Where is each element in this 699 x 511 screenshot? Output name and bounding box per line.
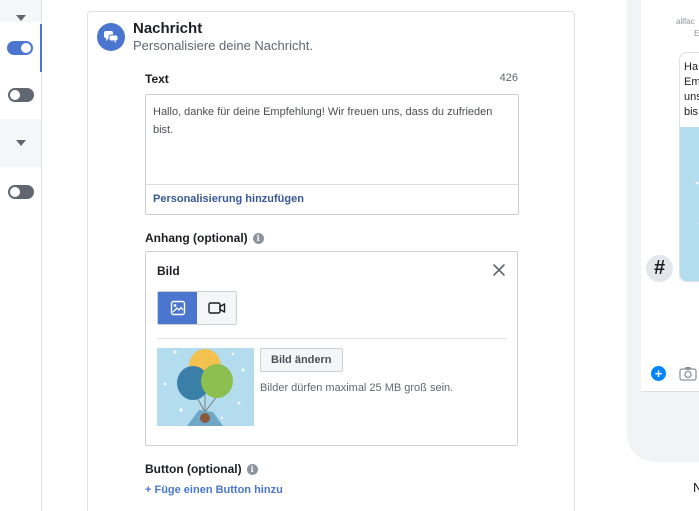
bubble-line: bis (684, 106, 699, 118)
media-type-switch (157, 291, 237, 325)
second-toggle[interactable] (7, 88, 34, 102)
video-camera-icon (207, 302, 225, 314)
add-personalization-link[interactable]: Personalisierung hinzufügen (153, 193, 304, 205)
message-text[interactable]: Hallo, danke für deine Empfehlung! Wir f… (153, 103, 513, 139)
section-subtitle: Personalisiere deine Nachricht. (133, 38, 313, 53)
textarea-divider (146, 184, 518, 185)
hashtag-avatar: # (646, 255, 673, 282)
button-label: Button (optional) i (145, 462, 258, 476)
message-textarea[interactable]: Hallo, danke für deine Empfehlung! Wir f… (145, 94, 519, 215)
attachment-divider (157, 338, 507, 339)
preview-bottom-text: N (693, 480, 699, 495)
rail-row-expand[interactable] (0, 119, 41, 167)
image-icon (170, 300, 185, 316)
camera-icon[interactable] (679, 366, 697, 381)
attachment-box-title: Bild (157, 264, 180, 278)
add-button-link[interactable]: + Füge einen Button hinzu (145, 484, 283, 496)
chevron-down-icon (15, 140, 26, 146)
chat-bubbles-icon (97, 23, 125, 51)
close-icon[interactable] (491, 262, 507, 278)
bubble-line: Em (684, 76, 699, 88)
image-type-button[interactable] (158, 292, 197, 324)
info-icon[interactable]: i (252, 232, 264, 244)
bubble-line: Ha (684, 61, 699, 73)
text-label: Text (145, 72, 169, 86)
image-size-hint: Bilder dürfen maximal 25 MB groß sein. (260, 382, 454, 394)
rail-row-collapse[interactable] (0, 0, 41, 22)
attachment-box: Bild Bild ändern Bilder dürfen maximal 2… (145, 251, 518, 446)
rail-row-message[interactable] (0, 24, 42, 72)
third-toggle[interactable] (7, 185, 34, 199)
preview-message-bubble: Ha Em uns bis (679, 52, 699, 282)
text-label-text: Text (145, 72, 169, 86)
section-title: Nachricht (133, 20, 203, 37)
button-label-text: Button (optional) (145, 462, 242, 476)
bubble-line: uns (684, 91, 699, 103)
preview-header-line1: allfac (676, 17, 695, 26)
message-toggle[interactable] (7, 41, 33, 55)
video-type-button[interactable] (197, 292, 236, 324)
preview-image (680, 127, 699, 281)
balloons-thumbnail (157, 348, 254, 426)
preview-header-line2: E (694, 29, 699, 38)
change-image-button[interactable]: Bild ändern (260, 348, 343, 372)
rail-row-third[interactable] (0, 168, 41, 216)
rail-row-second[interactable] (0, 71, 41, 119)
chevron-down-icon (15, 15, 26, 21)
attachment-label-text: Anhang (optional) (145, 231, 248, 245)
plus-icon[interactable]: + (651, 366, 666, 381)
info-icon[interactable]: i (246, 463, 258, 475)
attachment-label: Anhang (optional) i (145, 231, 264, 245)
left-rail (0, 0, 42, 511)
character-counter: 426 (499, 72, 518, 84)
